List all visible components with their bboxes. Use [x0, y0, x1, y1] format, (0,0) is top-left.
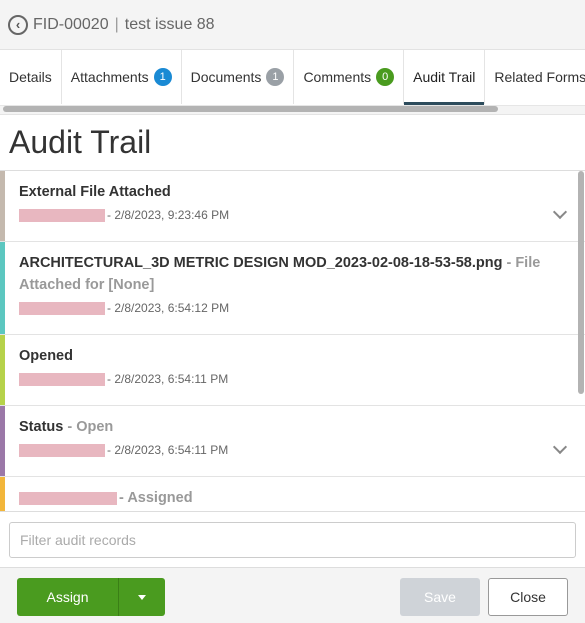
- record-meta: - 2/8/2023, 6:54:11 PM: [19, 443, 545, 457]
- redacted-user: [19, 491, 117, 505]
- page-title: Audit Trail: [9, 124, 152, 160]
- tab-attachments[interactable]: Attachments 1: [62, 50, 182, 104]
- record-meta: - 2/8/2023, 6:54:11 PM: [19, 372, 545, 386]
- record-id: FID-00020: [33, 15, 109, 33]
- record-timestamp: - 2/8/2023, 9:23:46 PM: [107, 208, 230, 222]
- audit-record[interactable]: External File Attached - 2/8/2023, 9:23:…: [0, 171, 585, 242]
- back-icon[interactable]: ‹: [8, 14, 28, 35]
- record-timestamp: - 2/8/2023, 6:54:11 PM: [107, 372, 229, 386]
- tab-documents[interactable]: Documents 1: [182, 50, 295, 104]
- tab-comments[interactable]: Comments 0: [294, 50, 405, 104]
- audit-record-list: External File Attached - 2/8/2023, 9:23:…: [0, 170, 585, 511]
- record-title: External File Attached: [19, 184, 171, 200]
- record-timestamp: - 2/8/2023, 6:54:12 PM: [107, 301, 230, 315]
- record-title: Status - Open: [19, 419, 114, 435]
- record-color-bar: [0, 171, 5, 241]
- chevron-down-icon[interactable]: [552, 439, 568, 455]
- tab-bar: Details Attachments 1 Documents 1 Comments…: [0, 50, 585, 106]
- audit-trail-panel: Audit Trail External File Attached - 2/8…: [0, 114, 585, 623]
- audit-record[interactable]: Opened - 2/8/2023, 6:54:11 PM: [0, 335, 585, 406]
- documents-count-badge: 1: [266, 68, 285, 86]
- tab-label: Attachments: [70, 69, 149, 85]
- filter-area: [0, 511, 585, 567]
- record-color-bar: [0, 477, 5, 511]
- record-title: ARCHITECTURAL_3D METRIC DESIGN MOD_2023-…: [19, 255, 541, 293]
- tab-label: Audit Trail: [413, 69, 476, 85]
- caret-down-icon: [138, 594, 146, 600]
- record-title: test issue 88: [124, 15, 215, 33]
- record-title-suffix: - Assigned: [119, 490, 193, 506]
- record-meta: - 2/8/2023, 6:54:12 PM: [19, 301, 545, 315]
- save-button[interactable]: Save: [400, 578, 480, 616]
- tab-label: Details: [9, 69, 52, 85]
- record-title: Opened: [19, 348, 73, 364]
- tab-audit-trail[interactable]: Audit Trail: [404, 50, 486, 105]
- footer-actions: Assign Save Close: [0, 567, 585, 623]
- record-timestamp: - 2/8/2023, 6:54:11 PM: [107, 443, 229, 457]
- tab-label: Related Forms: [494, 69, 585, 85]
- assign-button[interactable]: Assign: [17, 578, 118, 616]
- tab-label: Comments: [303, 69, 372, 85]
- attachments-count-badge: 1: [153, 68, 172, 86]
- redacted-user: [19, 208, 105, 222]
- filter-audit-records-input[interactable]: [9, 522, 576, 558]
- record-color-bar: [0, 335, 5, 405]
- redacted-user: [19, 372, 105, 386]
- close-button[interactable]: Close: [488, 578, 568, 616]
- record-color-bar: [0, 406, 5, 476]
- chevron-down-icon[interactable]: [552, 204, 568, 220]
- tab-related-forms[interactable]: Related Forms: [485, 50, 585, 104]
- audit-record[interactable]: - Assigned: [0, 477, 585, 511]
- record-title-suffix: - Open: [67, 419, 114, 435]
- header: ‹ FID-00020 | test issue 88: [0, 0, 585, 50]
- tabs-horizontal-scrollbar[interactable]: [3, 106, 498, 112]
- title-separator: |: [114, 15, 119, 33]
- redacted-user: [19, 443, 105, 457]
- audit-record[interactable]: Status - Open - 2/8/2023, 6:54:11 PM: [0, 406, 585, 477]
- tab-label: Documents: [190, 69, 262, 85]
- record-meta: - 2/8/2023, 9:23:46 PM: [19, 208, 545, 222]
- audit-record[interactable]: ARCHITECTURAL_3D METRIC DESIGN MOD_2023-…: [0, 242, 585, 335]
- record-title: - Assigned: [19, 487, 545, 509]
- redacted-user: [19, 301, 105, 315]
- record-color-bar: [0, 242, 5, 334]
- assign-dropdown-button[interactable]: [118, 578, 165, 616]
- records-vertical-scrollbar[interactable]: [578, 171, 584, 394]
- tab-details[interactable]: Details: [0, 50, 62, 104]
- comments-count-badge: 0: [376, 68, 395, 86]
